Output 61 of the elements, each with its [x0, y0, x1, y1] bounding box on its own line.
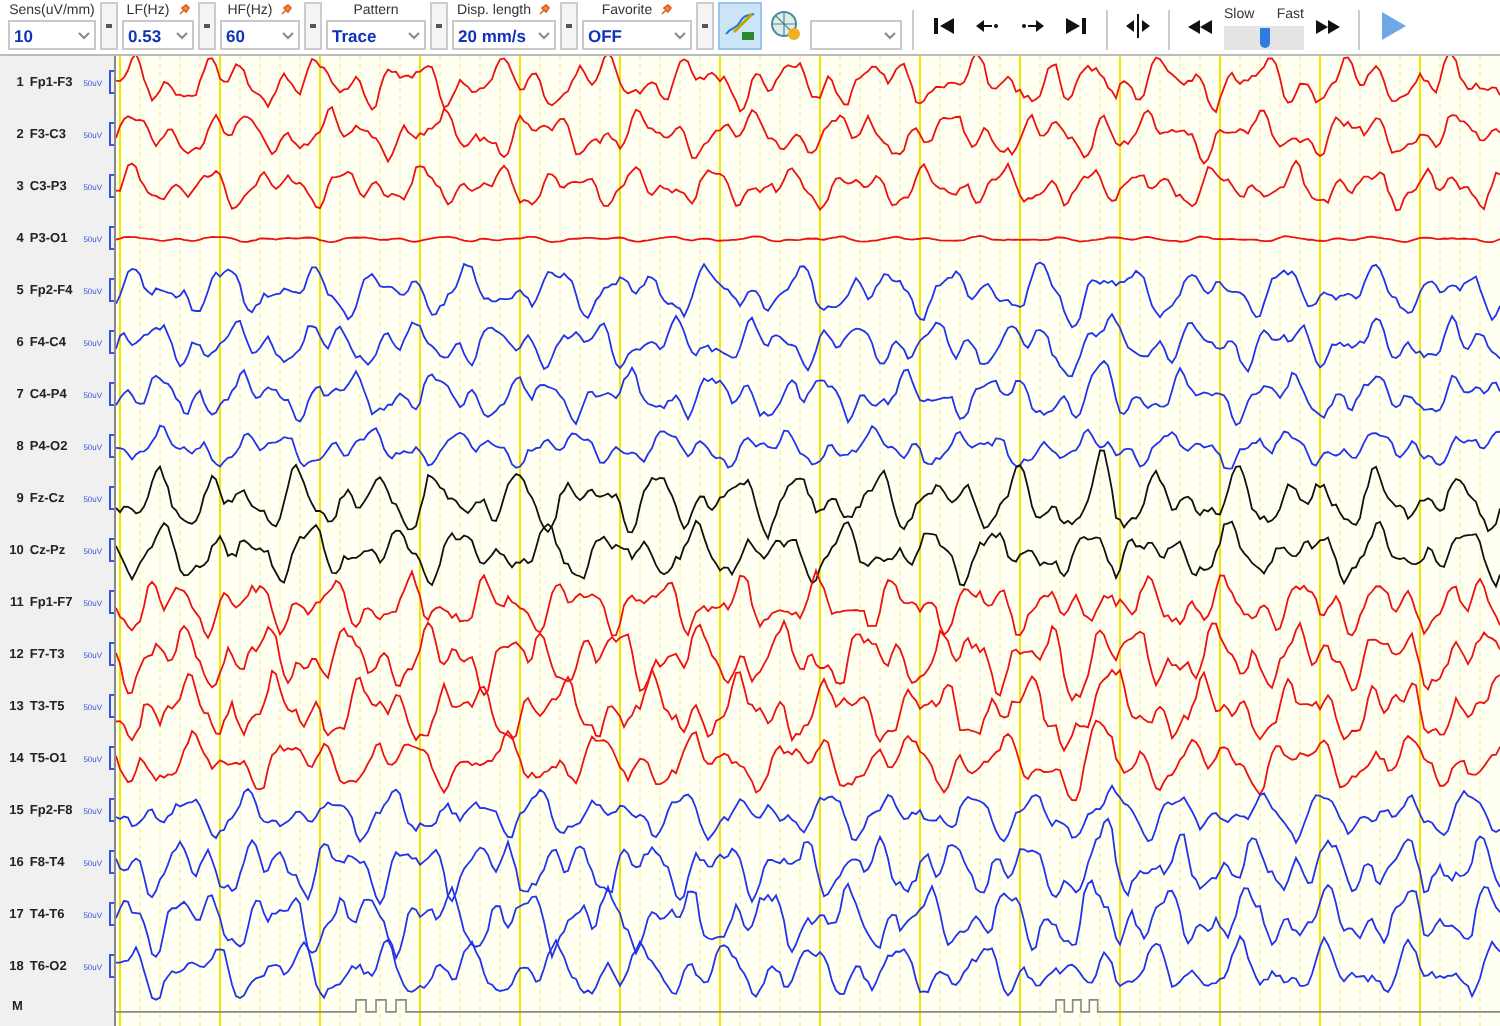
play-icon — [1382, 12, 1406, 40]
fast-forward-icon — [1316, 19, 1340, 33]
step-back-icon — [976, 20, 1000, 32]
scale-bar-icon — [108, 174, 114, 198]
dropdown-field[interactable]: 60 — [220, 20, 300, 50]
scale-bar-icon — [108, 798, 114, 822]
minus-icon — [204, 24, 210, 28]
chevron-icon — [78, 31, 90, 39]
pin-icon[interactable] — [538, 4, 551, 16]
minus-icon — [106, 24, 112, 28]
scale-bar-icon — [108, 330, 114, 354]
pen-chart-button[interactable] — [718, 2, 762, 50]
dropdown-field[interactable]: 10 — [8, 20, 96, 50]
scale-bar-icon — [108, 590, 114, 614]
scale-bar-icon — [108, 434, 114, 458]
scale-bar-icon — [108, 382, 114, 406]
scale-bar-icon — [108, 538, 114, 562]
scale-bar-icon — [108, 746, 114, 770]
small-button[interactable] — [100, 2, 118, 50]
scale-bar-icon — [108, 278, 114, 302]
minus-icon — [566, 24, 572, 28]
dropdown-field[interactable]: Trace — [326, 20, 426, 50]
skip-end-icon — [1066, 18, 1086, 34]
step-forward-icon — [1020, 20, 1044, 32]
speed-slider[interactable] — [1224, 26, 1304, 50]
dropdown-field[interactable]: 0.53 — [122, 20, 194, 50]
dropdown-field[interactable] — [810, 20, 902, 50]
chevron-icon — [674, 31, 686, 39]
small-button[interactable] — [430, 2, 448, 50]
scale-bar-icon — [108, 122, 114, 146]
chevron-icon — [176, 31, 188, 39]
chevron-icon — [538, 31, 550, 39]
scale-bar-icon — [108, 642, 114, 666]
scale-bar-icon — [108, 70, 114, 94]
minus-icon — [702, 24, 708, 28]
scale-bar-icon — [108, 486, 114, 510]
chevron-icon — [408, 31, 420, 39]
slider-thumb[interactable] — [1260, 28, 1270, 48]
dropdown-field[interactable]: 20 mm/s — [452, 20, 556, 50]
small-button[interactable] — [560, 2, 578, 50]
scale-bar-icon — [108, 954, 114, 978]
rewind-icon — [1188, 19, 1212, 33]
pin-icon[interactable] — [280, 4, 293, 16]
skip-start-icon — [934, 18, 954, 34]
small-button[interactable] — [198, 2, 216, 50]
small-button[interactable] — [304, 2, 322, 50]
pin-icon[interactable] — [660, 4, 673, 16]
pen-chart-icon — [724, 10, 756, 42]
chevron-icon — [884, 31, 896, 39]
small-button[interactable] — [696, 2, 714, 50]
minus-icon — [436, 24, 442, 28]
scale-bar-icon — [108, 226, 114, 250]
dropdown-field[interactable]: OFF — [582, 20, 692, 50]
scale-bar-icon — [108, 902, 114, 926]
pin-icon[interactable] — [177, 4, 190, 16]
split-icon — [1126, 14, 1150, 38]
scale-bar-icon — [108, 694, 114, 718]
minus-icon — [310, 24, 316, 28]
chevron-icon — [282, 31, 294, 39]
scale-bar-icon — [108, 850, 114, 874]
globe-gear-icon — [770, 10, 802, 42]
